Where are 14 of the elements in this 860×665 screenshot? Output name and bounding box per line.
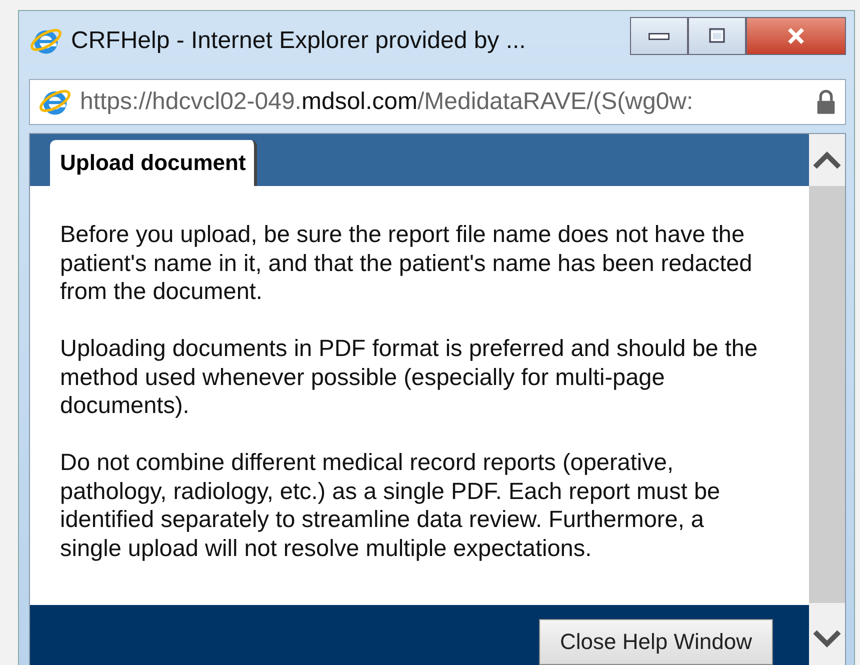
close-help-button[interactable]: Close Help Window [539,619,773,665]
url-text: https://hdcvcl02-049.mdsol.com/MedidataRAVE/(S(wg0w: [80,88,694,116]
scrollbar[interactable] [809,134,845,665]
help-paragraph: Do not combine different medical record reports (operative, pathology, radiology, etc.) as a single PDF. Each report must be identified separately to streamline data review. Furthermore, a single upload will not resolve multiple expectations. [60,448,722,562]
minimize-button[interactable] [630,17,688,55]
minimize-icon [648,32,670,40]
help-paragraph: Uploading documents in PDF format is preferred and should be the method used whenever possible (especially for multi-page documents). [60,334,759,420]
help-paragraph: Before you upload, be sure the report file name does not have the patient's name in it, and that the patient's name has been redacted from the document. [60,220,754,306]
scroll-thumb[interactable] [809,186,845,603]
window-title: CRFHelp - Internet Explorer provided by ... [71,27,527,55]
address-bar[interactable]: https://hdcvcl02-049.mdsol.com/MedidataRAVE/(S(wg0w: [29,79,846,125]
close-button[interactable] [746,17,846,55]
tab[interactable]: Upload document [50,140,257,186]
maximize-button[interactable] [688,17,746,55]
